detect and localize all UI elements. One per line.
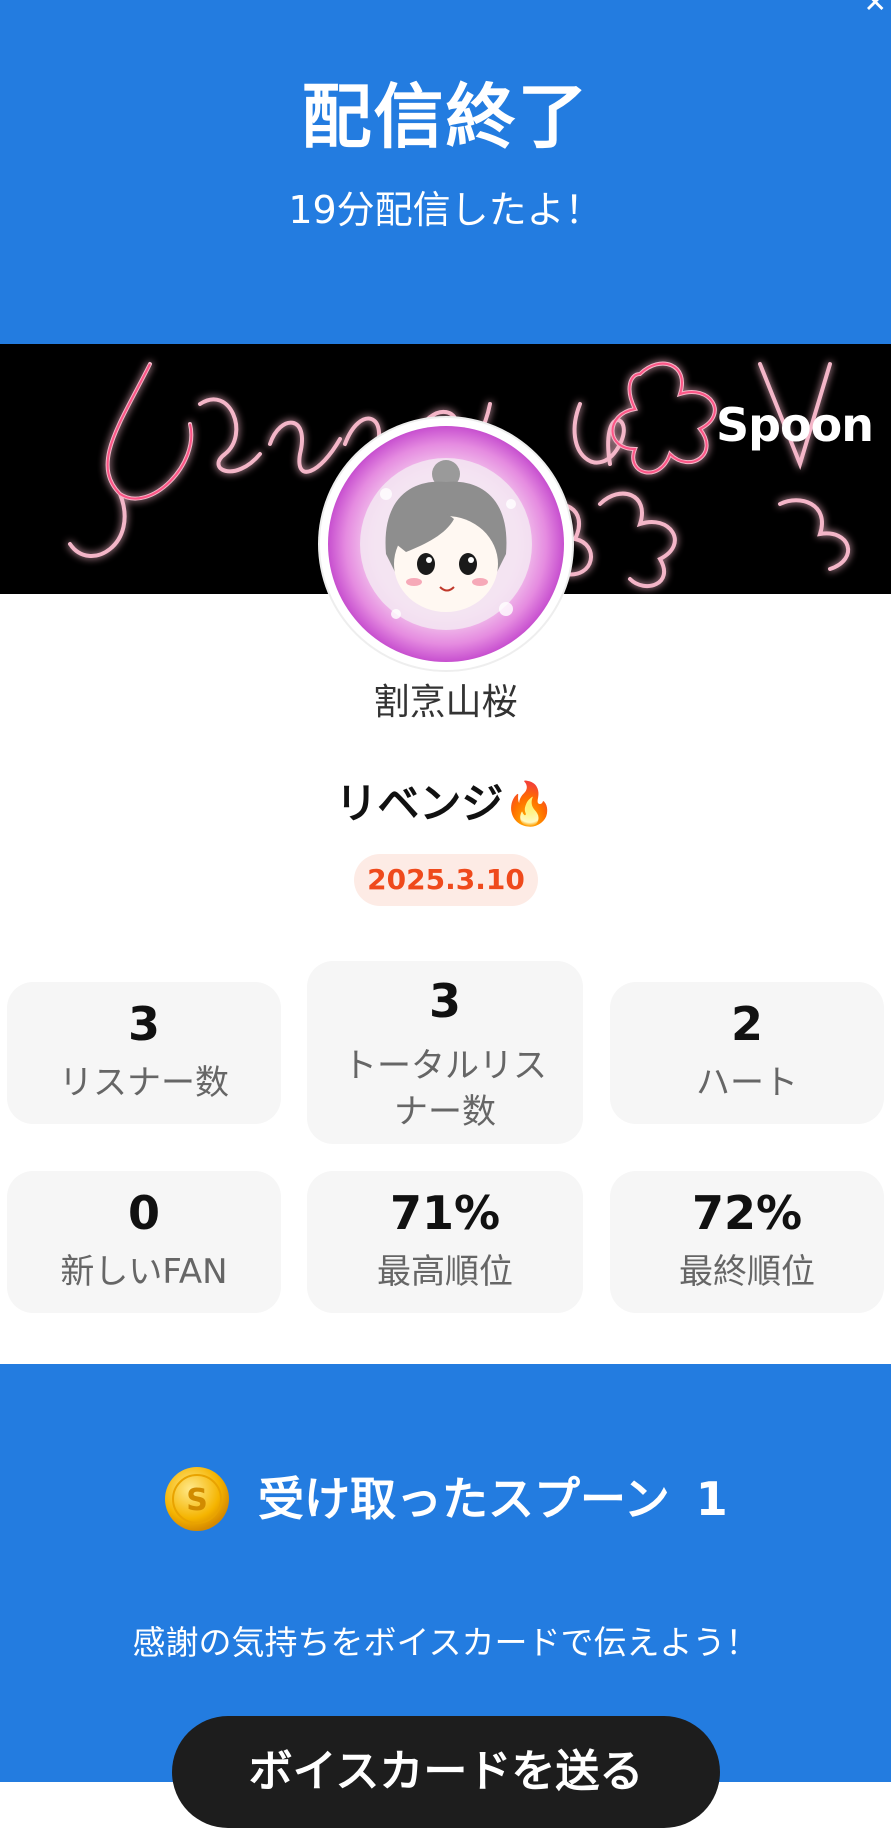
stat-label: 最高順位 [377, 1252, 513, 1292]
stat-label: 最終順位 [679, 1252, 815, 1292]
send-voice-card-button[interactable]: ボイスカードを送る [172, 1716, 720, 1828]
stat-hearts: 2 ハート [610, 982, 884, 1124]
broadcast-date-badge: 2025.3.10 [354, 854, 538, 906]
stat-value: 3 [428, 974, 461, 1028]
avatar[interactable] [320, 418, 572, 670]
stat-label: リスナー数 [59, 1063, 229, 1103]
stat-best-rank: 71% 最高順位 [307, 1171, 583, 1313]
page-title: 配信終了 [301, 76, 590, 158]
stat-total-listeners: 3 トータルリス ナー数 [307, 961, 583, 1144]
stat-label-line-2: ナー数 [394, 1092, 496, 1132]
spoon-coin-icon: S [165, 1467, 229, 1531]
stat-value: 3 [127, 997, 160, 1051]
received-spoons-count: 1 [695, 1472, 728, 1526]
spoon-logo: Spoon [715, 398, 874, 452]
voice-card-message: 感謝の気持ちをボイスカードで伝えよう！ [132, 1623, 759, 1662]
stat-listeners: 3 リスナー数 [7, 982, 281, 1124]
received-spoons-label: 受け取ったスプーン [258, 1472, 670, 1526]
close-icon[interactable]: ✕ [864, 0, 887, 19]
broadcast-duration: 19分配信したよ！ [288, 188, 603, 232]
avatar-icon [328, 426, 564, 662]
end-header: ✕ 配信終了 19分配信したよ！ [0, 0, 891, 344]
broadcast-title: リベンジ🔥 [335, 779, 556, 828]
stat-value: 2 [730, 997, 763, 1051]
stat-label-line-1: トータルリス [343, 1046, 547, 1086]
received-spoons: 受け取ったスプーン 1 [258, 1466, 728, 1532]
stat-value: 0 [127, 1186, 160, 1240]
username: 割烹山桜 [373, 682, 518, 723]
stat-final-rank: 72% 最終順位 [610, 1171, 884, 1313]
stat-label: ハート [696, 1063, 798, 1103]
stat-label: 新しいFAN [60, 1252, 228, 1292]
stat-value: 71% [389, 1186, 501, 1240]
stat-value: 72% [691, 1186, 803, 1240]
stat-new-fans: 0 新しいFAN [7, 1171, 281, 1313]
coin-letter: S [186, 1483, 208, 1518]
